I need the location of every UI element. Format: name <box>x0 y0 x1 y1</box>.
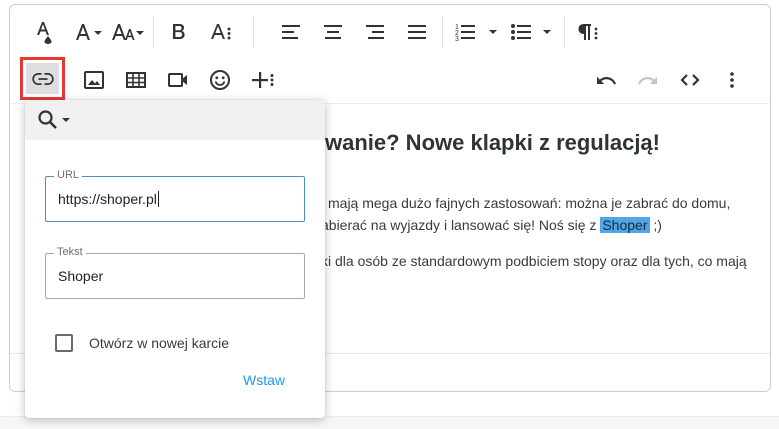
ordered-list-icon: 1 2 3 <box>455 24 497 43</box>
code-icon <box>680 74 700 86</box>
text-color-button[interactable] <box>30 18 58 46</box>
unordered-list-button[interactable] <box>510 18 558 46</box>
font-family-button[interactable] <box>111 18 145 46</box>
redo-button[interactable] <box>634 66 662 94</box>
bold-icon <box>173 24 185 39</box>
align-left-button[interactable] <box>277 18 305 46</box>
new-tab-option[interactable]: Otwórz w nowej karcie <box>55 334 229 352</box>
more-text-icon <box>211 24 231 40</box>
image-icon <box>84 71 104 89</box>
content-heading: wanie? Nowe klapki z regulacją! <box>325 130 660 155</box>
emoticon-icon <box>210 70 230 90</box>
vertical-dots-icon <box>730 72 734 88</box>
text-field[interactable]: Tekst Shoper <box>45 246 305 299</box>
more-misc-button[interactable] <box>718 66 746 94</box>
url-field-value: https://shoper.pl <box>58 191 159 207</box>
link-search-button[interactable] <box>37 109 71 131</box>
font-size-icon <box>76 24 102 40</box>
text-field-value: Shoper <box>58 268 104 284</box>
unordered-list-icon <box>511 24 551 40</box>
code-view-button[interactable] <box>676 66 704 94</box>
redo-icon <box>638 76 657 85</box>
video-icon <box>168 73 187 87</box>
url-field-label: URL <box>54 169 83 181</box>
align-justify-icon <box>408 25 426 39</box>
plus-more-icon <box>252 72 274 88</box>
link-icon <box>31 72 54 85</box>
align-left-icon <box>282 25 300 39</box>
text-field-label: Tekst <box>54 246 86 258</box>
paragraph-1-line-1: i mają mega dużo fajnych zastosowań: moż… <box>321 195 731 211</box>
selected-text-highlight: Shoper <box>600 217 650 233</box>
svg-text:3: 3 <box>455 36 459 43</box>
emoticons-button[interactable] <box>206 66 234 94</box>
ordered-list-button[interactable]: 1 2 3 <box>454 18 502 46</box>
chevron-down-icon <box>62 118 70 122</box>
align-center-icon <box>324 25 342 39</box>
align-center-button[interactable] <box>319 18 347 46</box>
undo-icon <box>597 76 616 85</box>
insert-table-button[interactable] <box>122 66 150 94</box>
link-popup: URL https://shoper.pl Tekst Shoper Otwór… <box>25 100 325 418</box>
url-field[interactable]: URL https://shoper.pl <box>45 169 305 222</box>
undo-button[interactable] <box>592 66 620 94</box>
align-justify-button[interactable] <box>403 18 431 46</box>
insert-more-button[interactable] <box>248 66 278 94</box>
paragraph-text: abierać na wyjazdy i lansować się! Noś s… <box>321 217 601 233</box>
paragraph-text-end: ;) <box>649 217 662 233</box>
paragraph-format-button[interactable] <box>574 18 602 46</box>
search-icon <box>38 110 57 129</box>
font-family-icon <box>112 24 144 40</box>
insert-link-button[interactable] <box>20 57 65 100</box>
insert-video-button[interactable] <box>164 66 192 94</box>
paragraph-1-line-2: abierać na wyjazdy i lansować się! Noś s… <box>321 214 662 236</box>
new-tab-label: Otwórz w nowej karcie <box>89 335 230 351</box>
table-icon <box>126 72 146 88</box>
align-right-button[interactable] <box>361 18 389 46</box>
bold-button[interactable] <box>164 18 192 46</box>
insert-image-button[interactable] <box>80 66 108 94</box>
font-size-button[interactable] <box>73 18 105 46</box>
link-popup-header <box>25 100 325 140</box>
text-color-icon <box>37 22 52 44</box>
paragraph-icon <box>578 24 598 40</box>
new-tab-checkbox[interactable] <box>55 334 73 352</box>
align-right-icon <box>366 25 384 39</box>
paragraph-2: ki dla osób ze standardowym podbiciem st… <box>321 253 747 269</box>
more-text-button[interactable] <box>206 18 236 46</box>
insert-link-submit-button[interactable]: Wstaw <box>243 372 285 388</box>
